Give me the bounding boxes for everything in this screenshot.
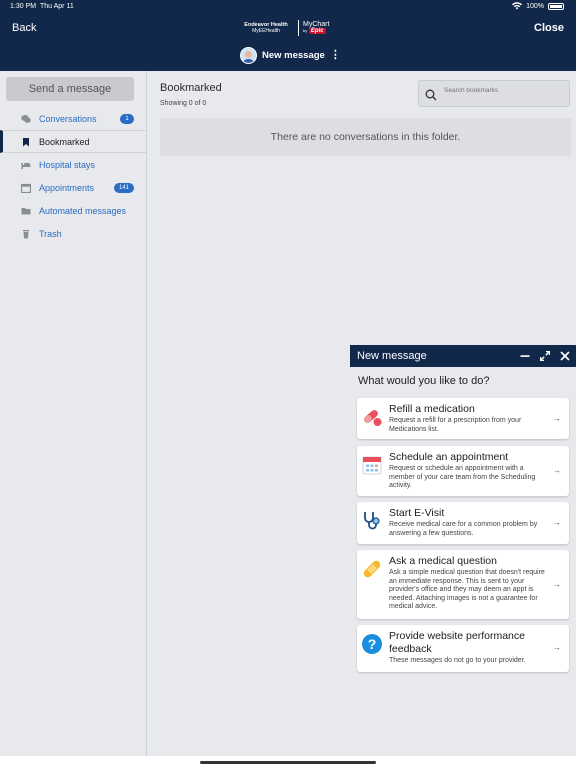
- trash-icon: [21, 229, 31, 239]
- option-title: Schedule an appointment: [389, 451, 509, 463]
- pill-icon: [364, 410, 382, 426]
- panel-question: What would you like to do?: [358, 375, 490, 387]
- logo-sub: MyEEHealth: [252, 28, 280, 34]
- unread-badge: 1: [120, 113, 134, 124]
- status-time: 1:30 PM: [10, 3, 37, 10]
- calendar-icon: [362, 456, 382, 475]
- arrow-right-icon: →: [553, 414, 561, 423]
- result-count: Showing 0 of 0: [160, 100, 207, 107]
- close-button[interactable]: Close: [534, 22, 564, 34]
- bed-icon: [21, 160, 31, 170]
- logo-by: by: [303, 28, 308, 33]
- arrow-right-icon: →: [553, 580, 561, 589]
- minimize-icon[interactable]: [518, 349, 532, 363]
- back-button[interactable]: Back: [12, 22, 36, 34]
- question-circle-icon: ?: [362, 634, 382, 654]
- option-title: Ask a medical question: [389, 555, 497, 567]
- sidebar: Send a message Conversations 1 Bookmarke…: [0, 71, 147, 756]
- calendar-icon: [21, 183, 31, 193]
- expand-icon[interactable]: [538, 349, 552, 363]
- option-description: Request or schedule an appointment with …: [389, 465, 536, 489]
- logo-divider: [298, 20, 299, 36]
- bookmark-icon: [21, 137, 31, 147]
- sidebar-item-bookmarked[interactable]: Bookmarked: [0, 130, 146, 153]
- count-badge: 141: [113, 182, 134, 193]
- page-title: Bookmarked: [160, 82, 222, 94]
- option-refill-medication[interactable]: Refill a medication Request a refill for…: [357, 398, 569, 439]
- send-message-button[interactable]: Send a message: [6, 77, 134, 101]
- bandage-icon: [363, 560, 381, 578]
- home-indicator[interactable]: [200, 761, 376, 764]
- option-description: Request a refill for a prescription from…: [389, 417, 522, 433]
- option-description: Receive medical care for a common proble…: [389, 521, 538, 537]
- status-bar: 1:30 PM Thu Apr 11 100%: [0, 0, 576, 14]
- new-message-header[interactable]: New message ⋮: [240, 47, 341, 64]
- logo-epic: Epic: [308, 28, 326, 34]
- battery-percent: 100%: [526, 2, 544, 10]
- panel-title: New message: [357, 350, 427, 362]
- chat-bubbles-icon: [21, 114, 31, 124]
- option-description: These messages do not go to your provide…: [389, 657, 526, 664]
- sidebar-item-hospital-stays[interactable]: Hospital stays: [0, 153, 146, 176]
- search-icon: [425, 89, 437, 101]
- option-title: Refill a medication: [389, 403, 475, 415]
- app-header: 1:30 PM Thu Apr 11 100% Back Endeavor He…: [0, 0, 576, 71]
- folder-icon: [21, 206, 31, 216]
- header-title: New message: [262, 50, 325, 61]
- svg-text:?: ?: [368, 636, 377, 652]
- sidebar-item-label: Bookmarked: [39, 136, 90, 147]
- empty-state-message: There are no conversations in this folde…: [160, 118, 571, 156]
- option-title: Provide website performance feedback: [389, 630, 525, 655]
- sidebar-item-label: Appointments: [39, 182, 95, 193]
- sidebar-item-label: Conversations: [39, 113, 97, 124]
- status-date: Thu Apr 11: [40, 3, 74, 10]
- search-input[interactable]: [444, 85, 564, 95]
- sidebar-item-label: Hospital stays: [39, 159, 96, 170]
- arrow-right-icon: →: [553, 466, 561, 475]
- option-title: Start E-Visit: [389, 507, 445, 519]
- search-box[interactable]: [418, 80, 570, 107]
- panel-header: New message: [350, 345, 576, 367]
- sidebar-item-label: Trash: [39, 228, 62, 239]
- kebab-icon[interactable]: ⋮: [330, 50, 341, 61]
- sidebar-item-label: Automated messages: [39, 205, 127, 216]
- arrow-right-icon: →: [553, 643, 561, 652]
- battery-icon: [548, 2, 564, 10]
- stethoscope-icon: [364, 512, 380, 530]
- close-icon[interactable]: [558, 349, 572, 363]
- arrow-right-icon: →: [553, 518, 561, 527]
- option-description: Ask a simple medical question that doesn…: [389, 569, 545, 610]
- sidebar-item-appointments[interactable]: Appointments 141: [0, 176, 146, 199]
- option-provide-feedback[interactable]: ? Provide website performance feedback T…: [357, 625, 569, 672]
- sidebar-item-trash[interactable]: Trash: [0, 222, 146, 245]
- new-message-panel: New message What would you like to do? R…: [350, 345, 576, 756]
- avatar[interactable]: [240, 47, 257, 64]
- wifi-icon: [512, 2, 523, 10]
- sidebar-item-conversations[interactable]: Conversations 1: [0, 107, 146, 130]
- option-ask-medical-question[interactable]: Ask a medical question Ask a simple medi…: [357, 550, 569, 619]
- sidebar-item-automated-messages[interactable]: Automated messages: [0, 199, 146, 222]
- option-schedule-appointment[interactable]: Schedule an appointment Request or sched…: [357, 446, 569, 496]
- logo: Endeavor Health MyEEHealth MyChart by Ep…: [238, 18, 338, 38]
- option-start-evisit[interactable]: Start E-Visit Receive medical care for a…: [357, 502, 569, 544]
